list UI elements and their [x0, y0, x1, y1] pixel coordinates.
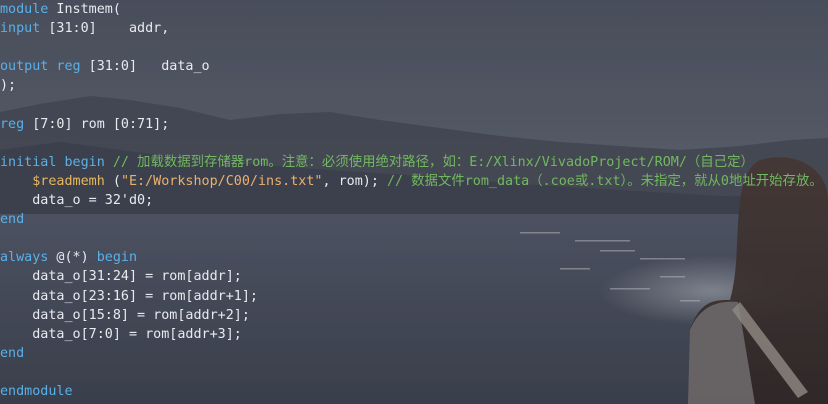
code-token: output reg — [0, 59, 81, 75]
code-line[interactable]: data_o = 32'd0; — [0, 191, 153, 210]
code-token: always — [0, 250, 49, 266]
code-token: $readmemh — [32, 173, 105, 189]
code-line[interactable]: data_o[15:8] = rom[addr+2]; — [0, 306, 250, 325]
code-token: end — [0, 212, 25, 228]
code-token: end — [0, 345, 25, 361]
code-token: data_o = 32'd0; — [0, 193, 154, 208]
code-token: "E:/Workshop/C00/ins.txt" — [120, 173, 323, 189]
code-token: initial begin — [0, 154, 105, 170]
code-token: data_o[31:24] = rom[addr]; — [0, 269, 242, 285]
code-token: module — [0, 2, 49, 17]
code-token: ( — [104, 173, 121, 189]
code-line[interactable]: $readmemh ("E:/Workshop/C00/ins.txt", ro… — [0, 172, 823, 191]
code-token: data_o[23:16] = rom[addr+1]; — [0, 288, 258, 304]
code-editor-area[interactable]: module Instmem(input [31:0] addr, output … — [0, 0, 828, 404]
code-token: // 加载数据到存储器rom。注意：必须使用绝对路径，如：E:/Xlinx/Vi… — [104, 154, 754, 170]
code-token: ); — [0, 78, 17, 94]
code-token: data_o[7:0] = rom[addr+3]; — [0, 326, 242, 342]
code-line[interactable]: end — [0, 344, 24, 363]
code-token: @(*) — [48, 250, 97, 266]
code-token: [31:0] addr, — [40, 21, 170, 37]
code-token: , rom); — [322, 173, 387, 189]
code-line[interactable]: output reg [31:0] data_o — [0, 57, 210, 76]
code-token: input — [0, 21, 41, 37]
code-line[interactable]: module Instmem( — [0, 0, 121, 19]
code-line[interactable]: data_o[31:24] = rom[addr]; — [0, 267, 242, 286]
code-line[interactable]: reg [7:0] rom [0:71]; — [0, 115, 169, 134]
code-line[interactable]: data_o[7:0] = rom[addr+3]; — [0, 325, 242, 344]
code-token: [7:0] rom [0:71]; — [24, 116, 170, 132]
code-token: Instmem( — [48, 2, 121, 17]
code-line[interactable]: ); — [0, 76, 16, 95]
code-token: data_o[15:8] = rom[addr+2]; — [0, 307, 250, 323]
code-token: // 数据文件rom_data（.coe或.txt）。未指定，就从0地址开始存放… — [386, 173, 823, 189]
code-line[interactable]: always @(*) begin — [0, 248, 137, 267]
code-token: begin — [96, 250, 138, 266]
code-token: [31:0] data_o — [80, 59, 210, 75]
code-token: endmodule — [0, 384, 73, 399]
code-line[interactable]: endmodule — [0, 382, 73, 401]
code-token: reg — [0, 116, 25, 132]
code-line[interactable]: data_o[23:16] = rom[addr+1]; — [0, 287, 258, 306]
code-line[interactable]: input [31:0] addr, — [0, 19, 169, 38]
code-line[interactable]: end — [0, 210, 24, 229]
code-line[interactable]: initial begin // 加载数据到存储器rom。注意：必须使用绝对路径… — [0, 153, 754, 172]
